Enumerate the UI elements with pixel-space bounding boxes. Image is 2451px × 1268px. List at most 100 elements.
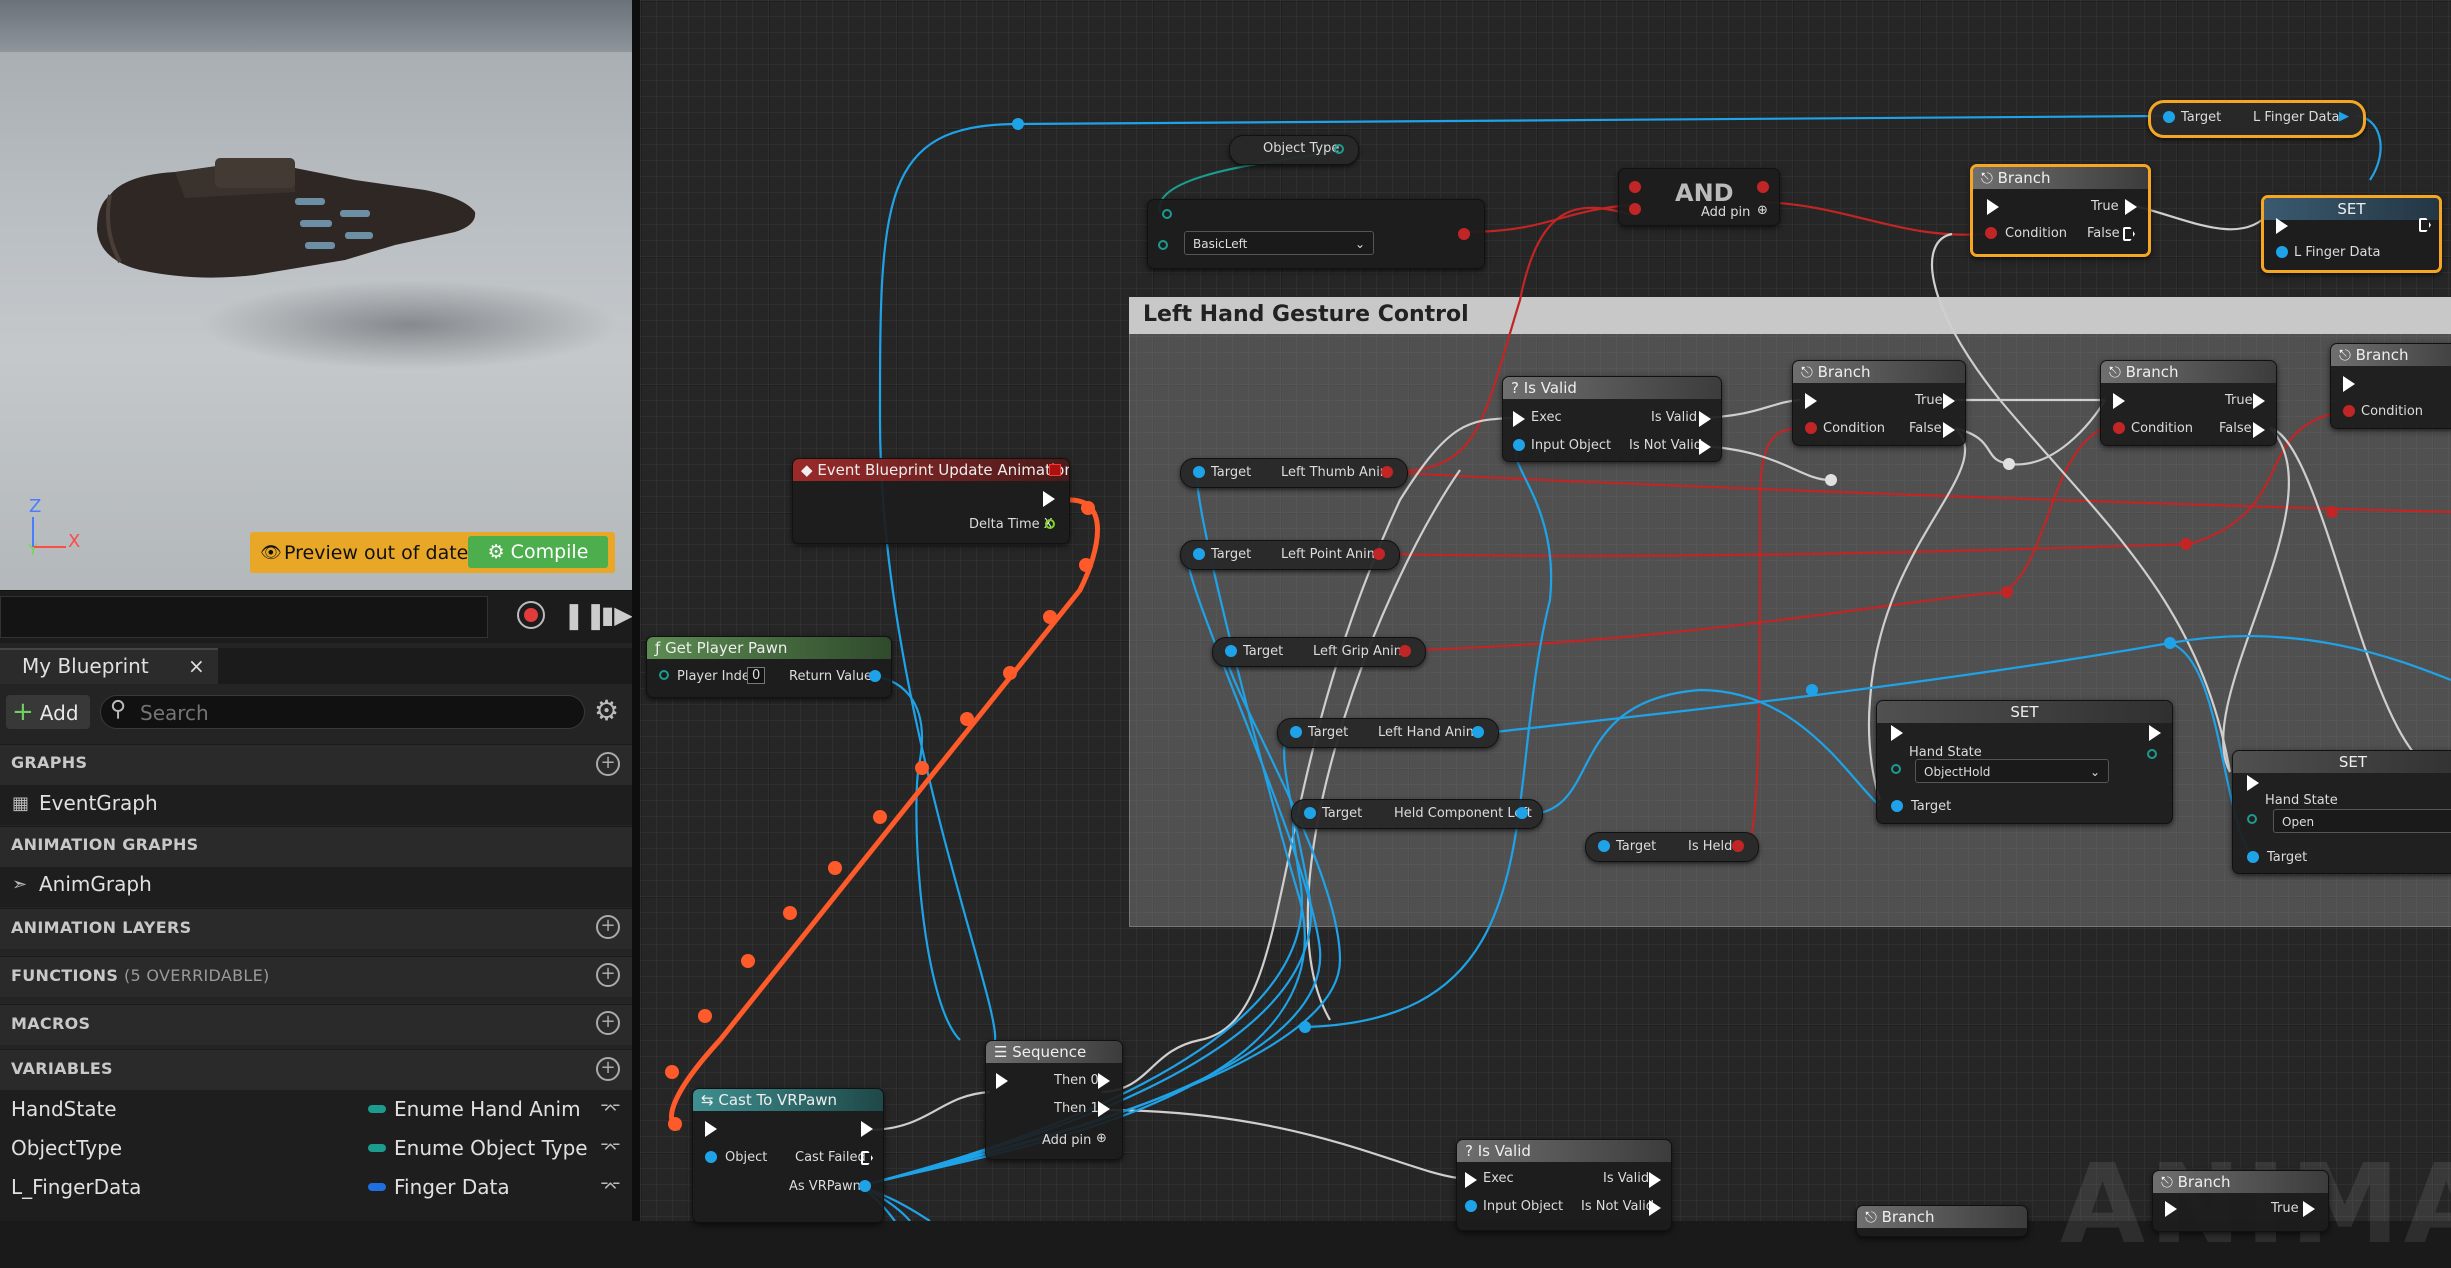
as-vrpawn-pin[interactable] <box>859 1180 871 1192</box>
condition-pin[interactable] <box>2343 405 2355 417</box>
is-not-valid-exec-pin[interactable] <box>1699 439 1711 455</box>
target-pin[interactable] <box>1598 840 1610 852</box>
set-hand-state-node[interactable]: SET Hand State Open Target <box>2232 750 2451 874</box>
exec-output-pin[interactable] <box>2419 218 2431 232</box>
branch-node[interactable]: ⎋ Branch <box>1856 1205 2028 1237</box>
exec-input-pin[interactable] <box>1891 725 1903 741</box>
target-pin[interactable] <box>2163 111 2175 123</box>
exec-input-pin[interactable] <box>1465 1172 1477 1188</box>
bool-output-pin[interactable] <box>1757 181 1769 193</box>
target-pin[interactable] <box>1193 466 1205 478</box>
is-valid-exec-pin[interactable] <box>1699 411 1711 427</box>
target-pin[interactable] <box>1290 726 1302 738</box>
enum-dropdown[interactable]: BasicLeft ⌄ <box>1184 231 1374 255</box>
condition-pin[interactable] <box>1805 422 1817 434</box>
left-hand-anim-getter[interactable]: Target Left Hand Anim <box>1277 718 1499 748</box>
left-thumb-anim-getter[interactable]: Target Left Thumb Anim <box>1180 458 1408 488</box>
bool-output-pin[interactable] <box>1732 840 1744 852</box>
sequence-node[interactable]: ☰ Sequence Then 0 Then 1 Add pin ⊕ <box>985 1040 1123 1160</box>
bool-output-pin[interactable] <box>1373 548 1385 560</box>
target-pin[interactable] <box>2247 851 2259 863</box>
target-pin[interactable] <box>1304 807 1316 819</box>
true-exec-pin[interactable] <box>2303 1201 2315 1217</box>
object-output-pin[interactable] <box>1516 807 1528 819</box>
exec-input-pin[interactable] <box>2343 376 2355 392</box>
bool-output-pin[interactable] <box>1381 466 1393 478</box>
bool-input-pin[interactable] <box>1629 181 1641 193</box>
is-valid-node[interactable]: ? Is Valid Exec Is Valid Input Object Is… <box>1502 376 1722 462</box>
true-exec-pin[interactable] <box>2253 393 2265 409</box>
branch-node[interactable]: ⎋ Branch Condition True False <box>2100 360 2277 446</box>
condition-pin[interactable] <box>2113 422 2125 434</box>
cast-to-vrpawn-node[interactable]: ⇆ Cast To VRPawn Object Cast Failed As V… <box>692 1088 884 1223</box>
branch-node[interactable]: ⎋ Branch True <box>2152 1170 2329 1232</box>
exec-input-pin[interactable] <box>2165 1201 2177 1217</box>
held-component-left-getter[interactable]: Target Held Component Left <box>1291 799 1543 829</box>
set-hand-state-node[interactable]: SET Hand State ObjectHold ⌄ Target <box>1876 700 2173 824</box>
object-type-variable-node[interactable]: Object Type <box>1229 135 1359 165</box>
output-pin[interactable]: ▶ <box>2339 109 2349 124</box>
float-output-pin[interactable] <box>1045 519 1055 529</box>
enum-pin[interactable] <box>1158 240 1168 250</box>
hand-state-pin[interactable] <box>2247 814 2257 824</box>
target-pin[interactable] <box>1225 645 1237 657</box>
bool-output-pin[interactable] <box>1458 228 1470 240</box>
exec-output-pin[interactable] <box>2149 725 2161 741</box>
exec-input-pin[interactable] <box>2276 218 2288 234</box>
enum-pin[interactable] <box>1334 144 1344 154</box>
left-point-anim-getter[interactable]: Target Left Point Anim <box>1180 540 1400 570</box>
l-finger-data-pin[interactable] <box>2276 246 2288 258</box>
exec-input-pin[interactable] <box>996 1073 1008 1089</box>
is-valid-node[interactable]: ? Is Valid Exec Is Valid Input Object Is… <box>1456 1139 1672 1231</box>
exec-output-pin[interactable] <box>1043 491 1055 507</box>
then1-pin[interactable] <box>1098 1101 1110 1117</box>
exec-output-pin[interactable] <box>861 1121 873 1137</box>
exec-input-pin[interactable] <box>1805 393 1817 409</box>
exec-input-pin[interactable] <box>705 1121 717 1137</box>
exec-input-pin[interactable] <box>2247 775 2259 791</box>
target-pin[interactable] <box>1891 800 1903 812</box>
input-object-pin[interactable] <box>1465 1200 1477 1212</box>
target-pin[interactable] <box>1193 548 1205 560</box>
add-pin-label[interactable]: Add pin <box>1701 205 1750 220</box>
hand-state-out-pin[interactable] <box>2147 749 2157 759</box>
player-index-pin[interactable] <box>659 670 669 680</box>
bool-output-pin[interactable] <box>1399 645 1411 657</box>
left-grip-anim-getter[interactable]: Target Left Grip Anim <box>1212 637 1426 667</box>
false-exec-pin[interactable] <box>2123 227 2135 241</box>
is-valid-exec-pin[interactable] <box>1649 1172 1661 1188</box>
add-pin-icon[interactable]: ⊕ <box>1096 1131 1107 1146</box>
hand-state-dropdown[interactable]: ObjectHold ⌄ <box>1915 759 2109 783</box>
add-pin-icon[interactable]: ⊕ <box>1757 203 1768 218</box>
cast-failed-pin[interactable] <box>861 1151 873 1165</box>
hand-state-pin[interactable] <box>1891 764 1901 774</box>
true-exec-pin[interactable] <box>1943 393 1955 409</box>
return-value-pin[interactable] <box>869 670 881 682</box>
is-held-getter[interactable]: Target Is Held <box>1585 832 1759 862</box>
add-pin-label[interactable]: Add pin <box>1042 1133 1091 1148</box>
bool-input-pin[interactable] <box>1629 203 1641 215</box>
event-blueprint-update-animation-node[interactable]: ◆ Event Blueprint Update Animation Delta… <box>792 458 1070 544</box>
input-object-pin[interactable] <box>1513 439 1525 451</box>
true-exec-pin[interactable] <box>2125 199 2137 215</box>
hand-state-dropdown[interactable]: Open <box>2273 809 2451 833</box>
branch-node[interactable]: ⎋ Branch Condition <box>2330 343 2451 429</box>
exec-input-pin[interactable] <box>1513 411 1525 427</box>
player-index-field[interactable]: 0 <box>747 667 766 684</box>
object-pin[interactable] <box>705 1151 717 1163</box>
enum-pin[interactable] <box>1162 209 1172 219</box>
condition-pin[interactable] <box>1985 227 1997 239</box>
l-finger-data-getter[interactable]: Target L Finger Data ▶ <box>2148 100 2366 138</box>
exec-input-pin[interactable] <box>2113 393 2125 409</box>
is-not-valid-exec-pin[interactable] <box>1649 1200 1661 1216</box>
false-exec-pin[interactable] <box>2253 422 2265 438</box>
equal-enum-node[interactable]: BasicLeft ⌄ <box>1147 199 1485 269</box>
set-l-finger-data-node[interactable]: SET L Finger Data <box>2261 195 2442 273</box>
branch-node[interactable]: ⎋ Branch Condition True False <box>1970 164 2151 257</box>
and-node[interactable]: AND Add pin ⊕ <box>1618 168 1780 226</box>
object-output-pin[interactable] <box>1472 726 1484 738</box>
then0-pin[interactable] <box>1098 1073 1110 1089</box>
false-exec-pin[interactable] <box>1943 422 1955 438</box>
get-player-pawn-node[interactable]: ƒ Get Player Pawn Player Index 0 Return … <box>646 636 892 698</box>
exec-input-pin[interactable] <box>1987 199 1999 215</box>
